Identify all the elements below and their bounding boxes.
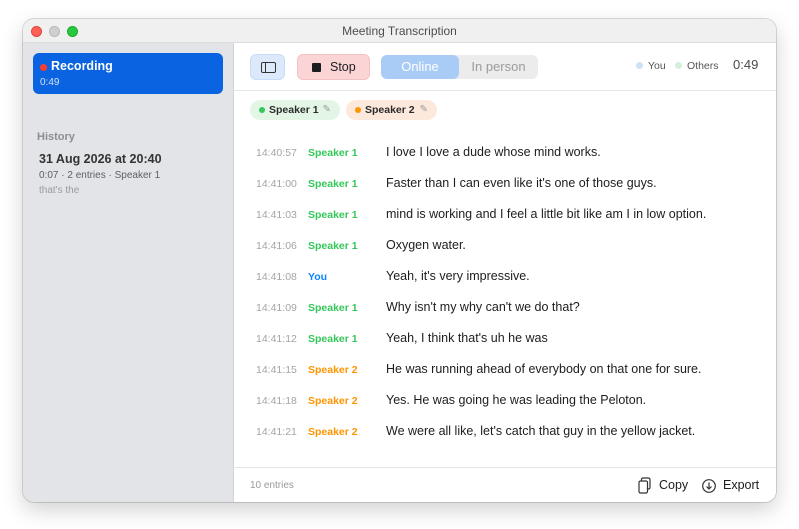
toggle-sidebar-button[interactable] — [250, 54, 285, 80]
history-item-title: 31 Aug 2026 at 20:40 — [39, 152, 162, 166]
recording-duration: 0:49 — [40, 77, 60, 88]
pencil-icon[interactable]: ✎ — [323, 100, 331, 120]
row-speaker: Speaker 2 — [308, 364, 358, 376]
footer: 10 entries Copy Export — [234, 467, 776, 502]
speaker-chip-1[interactable]: Speaker 1 ✎ — [250, 100, 340, 120]
transcript-row[interactable]: 14:41:15 Speaker 2 He was running ahead of… — [234, 362, 776, 395]
transcript-row[interactable]: 14:41:08 You Yeah, it's very impressive. — [234, 269, 776, 302]
copy-button[interactable]: Copy — [637, 477, 692, 495]
row-speaker: Speaker 1 — [308, 240, 358, 252]
row-text: mind is working and I feel a little bit … — [386, 207, 707, 221]
transcript-row[interactable]: 14:41:09 Speaker 1 Why isn't my why can't … — [234, 300, 776, 333]
row-text: Why isn't my why can't we do that? — [386, 300, 580, 314]
elapsed-time: 0:49 — [733, 57, 759, 72]
row-timestamp: 14:41:15 — [256, 364, 297, 376]
mode-segmented-control: Online In person — [381, 55, 538, 79]
legend-others-label: Others — [687, 60, 719, 72]
main-pane: Stop Online In person You Others 0:49 Sp… — [234, 43, 776, 502]
history-heading: History — [37, 131, 75, 143]
row-timestamp: 14:41:09 — [256, 302, 297, 314]
toolbar: Stop Online In person You Others 0:49 — [234, 43, 776, 91]
export-label: Export — [723, 478, 760, 492]
row-timestamp: 14:41:00 — [256, 178, 297, 190]
stop-label: Stop — [330, 60, 356, 74]
row-timestamp: 14:41:12 — [256, 333, 297, 345]
transcript-row[interactable]: 14:41:06 Speaker 1 Oxygen water. — [234, 238, 776, 271]
copy-icon — [638, 477, 651, 494]
transcript-row[interactable]: 14:40:57 Speaker 1 I love I love a dude wh… — [234, 145, 776, 178]
row-timestamp: 14:41:21 — [256, 426, 297, 438]
legend-you-label: You — [648, 60, 666, 72]
legend-you-dot — [636, 62, 643, 69]
history-item-meta: 0:07 · 2 entries · Speaker 1 — [39, 170, 161, 181]
transcript-row[interactable]: 14:41:21 Speaker 2 We were all like, let's… — [234, 424, 776, 457]
legend-others: Others — [675, 60, 719, 72]
row-speaker: You — [308, 271, 328, 283]
row-timestamp: 14:40:57 — [256, 147, 297, 159]
row-timestamp: 14:41:03 — [256, 209, 297, 221]
row-timestamp: 14:41:06 — [256, 240, 297, 252]
row-timestamp: 14:41:18 — [256, 395, 297, 407]
export-button[interactable]: Export — [701, 477, 763, 495]
pencil-icon[interactable]: ✎ — [420, 100, 428, 120]
app-window: Meeting Transcription Recording 0:49 His… — [23, 19, 776, 502]
export-icon — [702, 479, 716, 493]
stop-icon — [312, 63, 321, 72]
title-bar: Meeting Transcription — [23, 19, 776, 43]
speaker-chip-label: Speaker 1 — [269, 104, 319, 116]
row-text: He was running ahead of everybody on tha… — [386, 362, 702, 376]
recording-indicator-icon — [40, 64, 47, 71]
row-text: We were all like, let's catch that guy i… — [386, 424, 696, 438]
transcript-row[interactable]: 14:41:18 Speaker 2 Yes. He was going he wa… — [234, 393, 776, 426]
row-timestamp: 14:41:08 — [256, 271, 297, 283]
legend-you: You — [636, 60, 666, 72]
current-recording-item[interactable]: Recording 0:49 — [33, 53, 223, 94]
row-text: Yeah, I think that's uh he was — [386, 331, 548, 345]
row-text: Yes. He was going he was leading the Pel… — [386, 393, 647, 407]
row-speaker: Speaker 1 — [308, 147, 358, 159]
row-speaker: Speaker 2 — [308, 395, 358, 407]
transcript-row[interactable]: 14:41:03 Speaker 1 mind is working and I f… — [234, 207, 776, 240]
mode-online-option[interactable]: Online — [381, 55, 459, 79]
transcript-row[interactable]: 14:41:12 Speaker 1 Yeah, I think that's uh… — [234, 331, 776, 364]
copy-label: Copy — [659, 478, 689, 492]
history-item-preview: that's the — [39, 185, 80, 196]
row-speaker: Speaker 1 — [308, 333, 358, 345]
speaker-2-color-dot — [355, 107, 361, 113]
row-text: Yeah, it's very impressive. — [386, 269, 530, 283]
row-speaker: Speaker 2 — [308, 426, 358, 438]
row-text: Faster than I can even like it's one of … — [386, 176, 657, 190]
speaker-chip-2[interactable]: Speaker 2 ✎ — [346, 100, 437, 120]
sidebar: Recording 0:49 History 31 Aug 2026 at 20… — [23, 43, 234, 502]
transcript-list: 14:40:57 Speaker 1 I love I love a dude wh… — [234, 145, 776, 457]
speaker-1-color-dot — [259, 107, 265, 113]
legend-others-dot — [675, 62, 682, 69]
row-speaker: Speaker 1 — [308, 178, 358, 190]
sidebar-icon — [261, 62, 276, 73]
window-title: Meeting Transcription — [342, 24, 457, 38]
history-item[interactable]: 31 Aug 2026 at 20:40 0:07 · 2 entries · … — [39, 152, 224, 196]
recording-label: Recording — [51, 59, 113, 73]
row-text: Oxygen water. — [386, 238, 466, 252]
stop-button[interactable]: Stop — [297, 54, 370, 80]
transcript-row[interactable]: 14:41:00 Speaker 1 Faster than I can even … — [234, 176, 776, 209]
row-text: I love I love a dude whose mind works. — [386, 145, 601, 159]
entry-count: 10 entries — [250, 480, 294, 491]
mode-in-person-option[interactable]: In person — [459, 55, 538, 79]
speaker-chip-label: Speaker 2 — [365, 104, 415, 116]
row-speaker: Speaker 1 — [308, 302, 358, 314]
row-speaker: Speaker 1 — [308, 209, 358, 221]
